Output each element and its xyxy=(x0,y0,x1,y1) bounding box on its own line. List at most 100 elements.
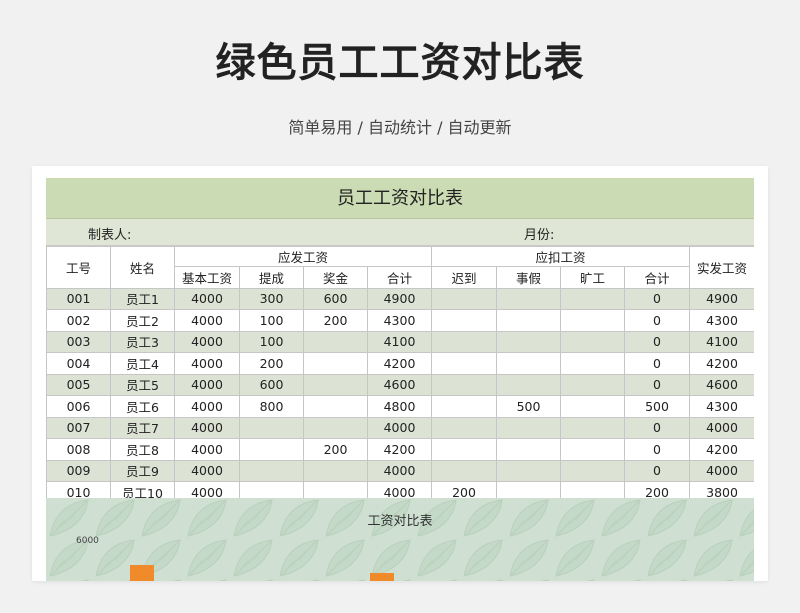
cell-deduct-total[interactable]: 0 xyxy=(624,373,691,396)
cell-leave[interactable] xyxy=(496,438,562,461)
cell-id[interactable]: 003 xyxy=(46,330,111,353)
cell-absent[interactable] xyxy=(560,438,626,461)
cell-net[interactable]: 4900 xyxy=(689,287,754,310)
cell-late[interactable] xyxy=(431,438,498,461)
cell-commission[interactable]: 100 xyxy=(239,309,304,332)
cell-deduct-total[interactable]: 0 xyxy=(624,459,691,482)
cell-commission[interactable] xyxy=(239,438,304,461)
meta-row: 制表人: 月份: xyxy=(46,219,754,246)
cell-deduct-total[interactable]: 0 xyxy=(624,416,691,439)
cell-absent[interactable] xyxy=(560,287,626,310)
cell-id[interactable]: 009 xyxy=(46,459,111,482)
cell-late[interactable] xyxy=(431,416,498,439)
cell-deduct-total[interactable]: 0 xyxy=(624,352,691,375)
cell-pay-total[interactable]: 4300 xyxy=(366,309,433,332)
cell-base[interactable]: 4000 xyxy=(174,459,240,482)
cell-base[interactable]: 4000 xyxy=(174,395,240,418)
cell-base[interactable]: 4000 xyxy=(174,438,240,461)
cell-commission[interactable]: 600 xyxy=(239,373,304,396)
cell-commission[interactable]: 800 xyxy=(239,395,304,418)
cell-name[interactable]: 员工5 xyxy=(110,373,175,396)
cell-base[interactable]: 4000 xyxy=(174,352,240,375)
cell-late[interactable] xyxy=(431,309,498,332)
cell-net[interactable]: 4000 xyxy=(689,459,754,482)
cell-late[interactable] xyxy=(431,395,498,418)
cell-pay-total[interactable]: 4200 xyxy=(366,352,433,375)
cell-bonus[interactable] xyxy=(303,416,368,439)
cell-net[interactable]: 4300 xyxy=(689,395,754,418)
cell-pay-total[interactable]: 4900 xyxy=(366,287,433,310)
cell-deduct-total[interactable]: 0 xyxy=(624,309,691,332)
cell-leave[interactable] xyxy=(496,309,562,332)
cell-name[interactable]: 员工2 xyxy=(110,309,175,332)
cell-base[interactable]: 4000 xyxy=(174,287,240,310)
cell-id[interactable]: 006 xyxy=(46,395,111,418)
cell-commission[interactable] xyxy=(239,416,304,439)
cell-id[interactable]: 007 xyxy=(46,416,111,439)
cell-net[interactable]: 4300 xyxy=(689,309,754,332)
cell-bonus[interactable] xyxy=(303,395,368,418)
cell-absent[interactable] xyxy=(560,395,626,418)
cell-absent[interactable] xyxy=(560,416,626,439)
cell-pay-total[interactable]: 4000 xyxy=(366,459,433,482)
cell-net[interactable]: 4200 xyxy=(689,438,754,461)
cell-pay-total[interactable]: 4600 xyxy=(366,373,433,396)
cell-late[interactable] xyxy=(431,373,498,396)
cell-commission[interactable]: 300 xyxy=(239,287,304,310)
cell-late[interactable] xyxy=(431,459,498,482)
cell-leave[interactable]: 500 xyxy=(496,395,562,418)
cell-base[interactable]: 4000 xyxy=(174,416,240,439)
cell-absent[interactable] xyxy=(560,373,626,396)
cell-deduct-total[interactable]: 0 xyxy=(624,330,691,353)
cell-deduct-total[interactable]: 0 xyxy=(624,438,691,461)
cell-pay-total[interactable]: 4100 xyxy=(366,330,433,353)
cell-commission[interactable]: 200 xyxy=(239,352,304,375)
cell-commission[interactable]: 100 xyxy=(239,330,304,353)
cell-deduct-total[interactable]: 0 xyxy=(624,287,691,310)
cell-name[interactable]: 员工1 xyxy=(110,287,175,310)
cell-bonus[interactable]: 200 xyxy=(303,309,368,332)
cell-name[interactable]: 员工9 xyxy=(110,459,175,482)
cell-leave[interactable] xyxy=(496,416,562,439)
cell-absent[interactable] xyxy=(560,352,626,375)
cell-id[interactable]: 002 xyxy=(46,309,111,332)
cell-bonus[interactable]: 600 xyxy=(303,287,368,310)
cell-leave[interactable] xyxy=(496,459,562,482)
cell-name[interactable]: 员工6 xyxy=(110,395,175,418)
cell-late[interactable] xyxy=(431,287,498,310)
cell-leave[interactable] xyxy=(496,287,562,310)
cell-net[interactable]: 4600 xyxy=(689,373,754,396)
cell-commission[interactable] xyxy=(239,459,304,482)
cell-net[interactable]: 4200 xyxy=(689,352,754,375)
cell-net[interactable]: 4000 xyxy=(689,416,754,439)
cell-absent[interactable] xyxy=(560,309,626,332)
cell-leave[interactable] xyxy=(496,373,562,396)
cell-id[interactable]: 001 xyxy=(46,287,111,310)
cell-base[interactable]: 4000 xyxy=(174,309,240,332)
cell-id[interactable]: 004 xyxy=(46,352,111,375)
cell-name[interactable]: 员工7 xyxy=(110,416,175,439)
cell-bonus[interactable] xyxy=(303,459,368,482)
cell-net[interactable]: 4100 xyxy=(689,330,754,353)
cell-late[interactable] xyxy=(431,330,498,353)
cell-late[interactable] xyxy=(431,352,498,375)
cell-bonus[interactable]: 200 xyxy=(303,438,368,461)
cell-id[interactable]: 008 xyxy=(46,438,111,461)
cell-name[interactable]: 员工8 xyxy=(110,438,175,461)
cell-absent[interactable] xyxy=(560,459,626,482)
cell-base[interactable]: 4000 xyxy=(174,330,240,353)
cell-bonus[interactable] xyxy=(303,352,368,375)
cell-id[interactable]: 005 xyxy=(46,373,111,396)
cell-pay-total[interactable]: 4800 xyxy=(366,395,433,418)
cell-bonus[interactable] xyxy=(303,373,368,396)
cell-leave[interactable] xyxy=(496,330,562,353)
cell-leave[interactable] xyxy=(496,352,562,375)
cell-name[interactable]: 员工3 xyxy=(110,330,175,353)
cell-deduct-total[interactable]: 500 xyxy=(624,395,691,418)
cell-pay-total[interactable]: 4200 xyxy=(366,438,433,461)
cell-absent[interactable] xyxy=(560,330,626,353)
cell-name[interactable]: 员工4 xyxy=(110,352,175,375)
cell-bonus[interactable] xyxy=(303,330,368,353)
cell-pay-total[interactable]: 4000 xyxy=(366,416,433,439)
cell-base[interactable]: 4000 xyxy=(174,373,240,396)
